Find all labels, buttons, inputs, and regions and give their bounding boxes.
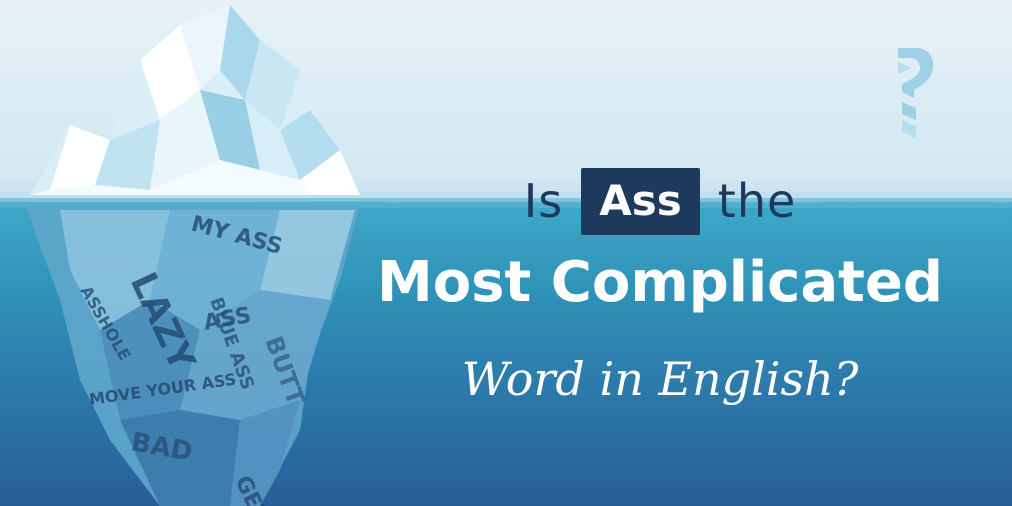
- headline: Is Ass the Most Complicated Word in Engl…: [330, 0, 990, 506]
- headline-line-1: Is Ass the: [330, 158, 990, 244]
- hero-banner: MY ASS BLUE ASS ASSHOLE LAZY ASS MOVE YO…: [0, 0, 1012, 506]
- headline-line-2: Most Complicated: [376, 250, 943, 315]
- headline-word-the: the: [717, 174, 797, 228]
- headline-highlight-badge: Ass: [581, 167, 700, 235]
- iceberg-underwater: MY ASS BLUE ASS ASSHOLE LAZY ASS MOVE YO…: [25, 205, 360, 506]
- headline-line-3: Word in English?: [461, 352, 859, 406]
- iceberg-tip: [30, 5, 360, 195]
- headline-word-is: Is: [523, 174, 564, 228]
